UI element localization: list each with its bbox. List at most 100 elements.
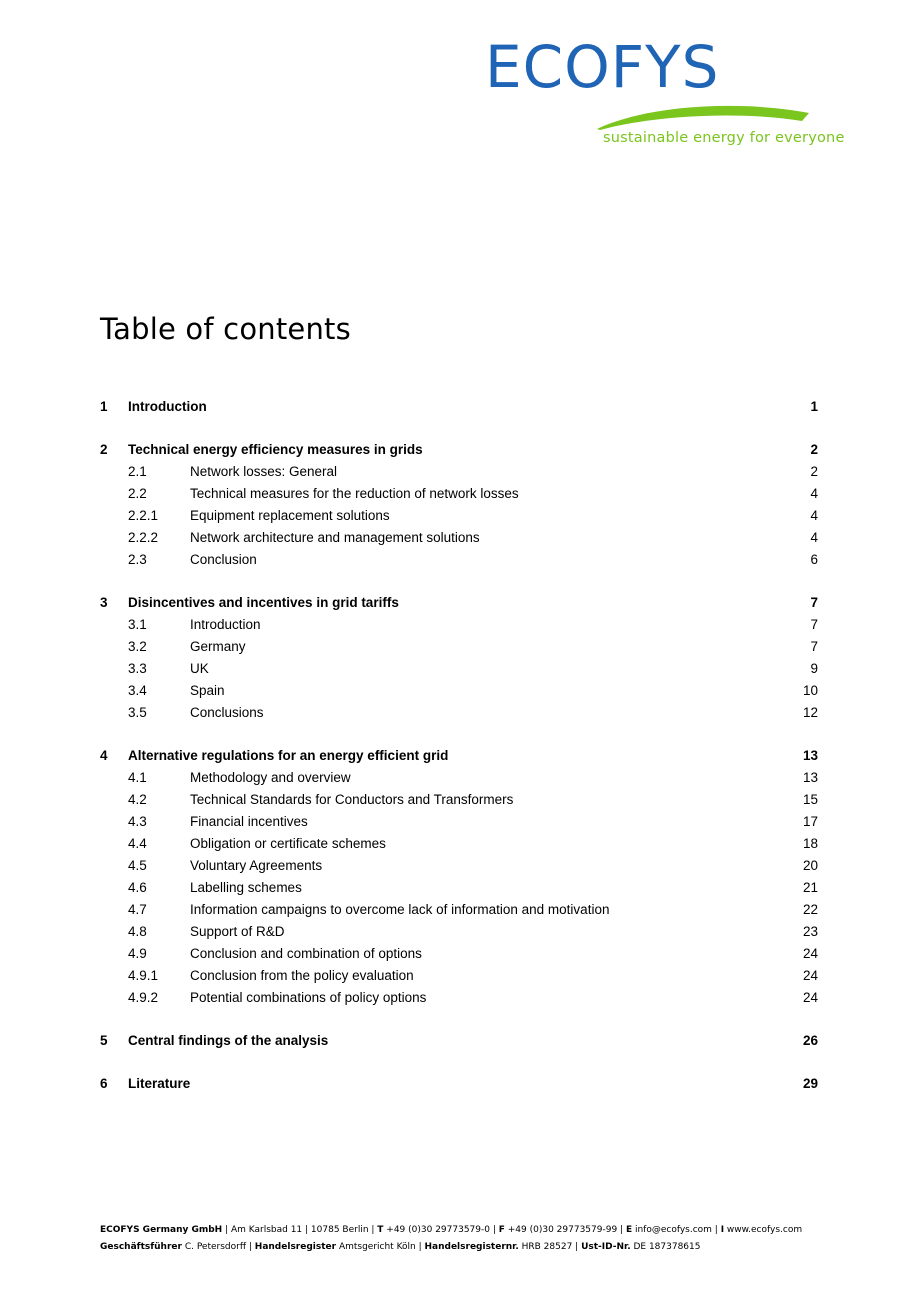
toc-entry-page-number: 13 [802, 748, 818, 763]
toc-entry-number: 2 [100, 442, 108, 457]
toc-entry[interactable]: 2.2.2 Network architecture and management… [100, 527, 818, 549]
toc-entry-page-number: 1 [810, 399, 818, 414]
toc-entry[interactable]: 3.5 Conclusions 12 [100, 702, 818, 724]
footer-company-line: ECOFYS Germany GmbH | Am Karlsbad 11 | 1… [100, 1222, 820, 1239]
toc-entry[interactable]: 4.1 Methodology and overview 13 [100, 767, 818, 789]
toc-entry[interactable]: 3.2 Germany 7 [100, 636, 818, 658]
toc-entry-number: 4.9.1 [128, 968, 159, 983]
toc-entry-label: Introduction [128, 399, 207, 414]
footer-value: C. Petersdorff | [181, 1242, 255, 1252]
toc-entry-label: Technical measures for the reduction of … [190, 486, 519, 501]
toc-entry-number: 1 [100, 399, 108, 414]
toc-entry-number: 2.2.2 [128, 530, 159, 545]
toc-entry[interactable]: 4.9.1 Conclusion from the policy evaluati… [100, 965, 818, 987]
footer-legal-line: Geschäftsführer C. Petersdorff | Handels… [100, 1239, 820, 1256]
toc-entry-number: 4.3 [128, 814, 147, 829]
toc-entry-number: 4 [100, 748, 108, 763]
toc-entry-page-number: 7 [810, 639, 818, 654]
toc-entry[interactable]: 2 Technical energy efficiency measures in… [100, 439, 818, 461]
toc-entry-label: Support of R&D [190, 924, 285, 939]
toc-entry-label: Technical Standards for Conductors and T… [190, 792, 514, 807]
toc-entry-page-number: 10 [802, 683, 818, 698]
footer-label: ECOFYS Germany GmbH [100, 1225, 223, 1235]
toc-entry-label: Central findings of the analysis [128, 1033, 329, 1048]
toc-entry-number: 3.5 [128, 705, 147, 720]
toc-entry-page-number: 7 [810, 617, 818, 632]
logo-wordmark: ECOFYS [485, 33, 720, 101]
toc-entry-label: Conclusion [190, 552, 257, 567]
toc-entry-page-number: 4 [810, 530, 818, 545]
toc-entry-page-number: 7 [810, 595, 818, 610]
toc-entry-label: Equipment replacement solutions [190, 508, 390, 523]
toc-entry[interactable]: 6 Literature 29 [100, 1073, 818, 1095]
footer-value: | Am Karlsbad 11 | 10785 Berlin | [222, 1225, 378, 1235]
ecofys-logo: ECOFYS sustainable energy for everyone [485, 33, 844, 153]
toc-entry[interactable]: 3.4 Spain 10 [100, 680, 818, 702]
toc-entry-page-number: 18 [802, 836, 818, 851]
footer-label: Geschäftsführer [100, 1242, 182, 1252]
swoosh-arc-icon [597, 105, 809, 130]
toc-entry-number: 2.2 [128, 486, 147, 501]
toc-entry-number: 2.3 [128, 552, 147, 567]
toc-entry[interactable]: 4.2 Technical Standards for Conductors an… [100, 789, 818, 811]
toc-entry-label: Potential combinations of policy options [190, 990, 427, 1005]
toc-entry-label: UK [190, 661, 209, 676]
toc-entry-label: Voluntary Agreements [190, 858, 323, 873]
toc-entry[interactable]: 4 Alternative regulations for an energy e… [100, 745, 818, 767]
toc-group: 2 Technical energy efficiency measures in… [100, 439, 818, 571]
toc-entry-label: Network architecture and management solu… [190, 530, 480, 545]
toc-entry-page-number: 24 [802, 968, 818, 983]
toc-entry-page-number: 6 [810, 552, 818, 567]
toc-entry[interactable]: 4.9 Conclusion and combination of options… [100, 943, 818, 965]
toc-entry[interactable]: 2.2 Technical measures for the reduction … [100, 483, 818, 505]
toc-entry[interactable]: 4.6 Labelling schemes 21 [100, 877, 818, 899]
toc-entry-label: Introduction [190, 617, 261, 632]
toc-entry-label: Conclusion from the policy evaluation [190, 968, 414, 983]
toc-entry-number: 4.6 [128, 880, 147, 895]
toc-entry[interactable]: 4.8 Support of R&D 23 [100, 921, 818, 943]
toc-entry-number: 4.1 [128, 770, 147, 785]
footer-value: +49 (0)30 29773579-99 | [504, 1225, 626, 1235]
toc-entry-number: 3 [100, 595, 108, 610]
toc-entry[interactable]: 2.3 Conclusion 6 [100, 549, 818, 571]
toc-entry-page-number: 15 [802, 792, 818, 807]
toc-entry-number: 5 [100, 1033, 108, 1048]
toc-entry[interactable]: 3 Disincentives and incentives in grid ta… [100, 592, 818, 614]
footer-label: Handelsregisternr. [424, 1242, 519, 1252]
toc-entry-page-number: 20 [802, 858, 818, 873]
toc-entry-label: Spain [190, 683, 225, 698]
toc-entry-label: Conclusion and combination of options [190, 946, 422, 961]
footer-value: HRB 28527 | [518, 1242, 582, 1252]
page-title: Table of contents [100, 312, 351, 346]
toc-entry[interactable]: 5 Central findings of the analysis 26 [100, 1030, 818, 1052]
footer-value: info@ecofys.com | [632, 1225, 721, 1235]
toc-group: 5 Central findings of the analysis 26 [100, 1030, 818, 1052]
toc-entry-label: Labelling schemes [190, 880, 302, 895]
toc-entry[interactable]: 4.5 Voluntary Agreements 20 [100, 855, 818, 877]
toc-entry[interactable]: 2.1 Network losses: General 2 [100, 461, 818, 483]
toc-entry-label: Literature [128, 1076, 191, 1091]
toc-entry-number: 4.9 [128, 946, 147, 961]
toc-entry-label: Methodology and overview [190, 770, 351, 785]
toc-group: 6 Literature 29 [100, 1073, 818, 1095]
toc-entry-number: 4.9.2 [128, 990, 159, 1005]
toc-group: 3 Disincentives and incentives in grid ta… [100, 592, 818, 724]
toc-entry[interactable]: 4.7 Information campaigns to overcome lac… [100, 899, 818, 921]
toc-entry[interactable]: 3.1 Introduction 7 [100, 614, 818, 636]
toc-entry-page-number: 26 [802, 1033, 818, 1048]
toc-entry-page-number: 2 [810, 464, 818, 479]
toc-entry[interactable]: 4.3 Financial incentives 17 [100, 811, 818, 833]
toc-entry-label: Alternative regulations for an energy ef… [128, 748, 449, 763]
toc-entry[interactable]: 1 Introduction 1 [100, 396, 818, 418]
toc-entry[interactable]: 2.2.1 Equipment replacement solutions 4 [100, 505, 818, 527]
footer-value: www.ecofys.com [724, 1225, 803, 1235]
toc-entry[interactable]: 4.9.2 Potential combinations of policy op… [100, 987, 818, 1009]
footer-label: Handelsregister [254, 1242, 337, 1252]
page-footer: ECOFYS Germany GmbH | Am Karlsbad 11 | 1… [100, 1222, 820, 1256]
footer-value: Amtsgericht Köln | [336, 1242, 425, 1252]
toc-entry-number: 4.5 [128, 858, 147, 873]
toc-entry[interactable]: 4.4 Obligation or certificate schemes 18 [100, 833, 818, 855]
toc-entry[interactable]: 3.3 UK 9 [100, 658, 818, 680]
toc-entry-page-number: 24 [802, 946, 818, 961]
toc-entry-number: 4.8 [128, 924, 147, 939]
